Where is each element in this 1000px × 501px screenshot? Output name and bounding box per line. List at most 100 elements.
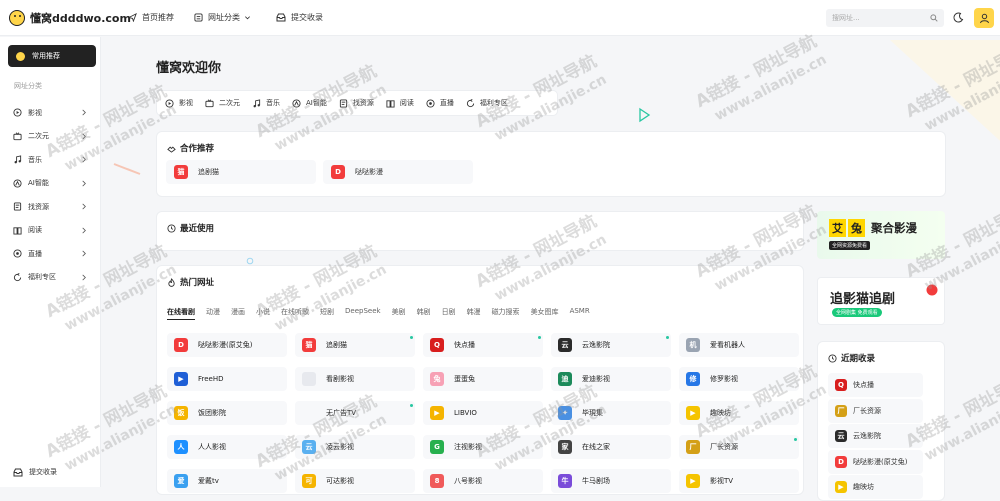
coop-item-name: 追剧猫: [198, 168, 219, 176]
site-tile[interactable]: 看剧影视: [295, 367, 415, 391]
site-tile[interactable]: 人 人人影视: [167, 435, 287, 459]
site-tile[interactable]: 机 爱看机器人: [679, 333, 799, 357]
site-tile[interactable]: 爱 爱戴tv: [167, 469, 287, 493]
recent-added-item[interactable]: D 哒哒影漫(原艾兔): [828, 449, 923, 474]
tab-gallery[interactable]: 美女图库: [531, 307, 559, 320]
sidebar-item-label: 影视: [28, 108, 42, 117]
site-tile[interactable]: ▶ LIBVIO: [423, 401, 543, 425]
search-icon[interactable]: [930, 14, 938, 22]
tab-magnet-search[interactable]: 磁力搜索: [492, 307, 520, 320]
quick-link-music[interactable]: 音乐: [252, 98, 280, 108]
site-tile[interactable]: 可 可达影视: [295, 469, 415, 493]
tab-deepseek[interactable]: DeepSeek: [345, 307, 381, 320]
nav-home-recommend[interactable]: 首页推荐: [128, 12, 174, 23]
recent-added-item[interactable]: 厂厂长资源: [828, 398, 923, 423]
quick-link-ai[interactable]: AI智能: [292, 98, 327, 108]
handshake-icon: [167, 146, 176, 153]
coop-item-zhuijumao[interactable]: 猫 追剧猫: [166, 160, 316, 184]
quick-link-resources[interactable]: 找资源: [339, 98, 374, 108]
site-tile[interactable]: 猫 追剧猫: [295, 333, 415, 357]
tab-korean-drama[interactable]: 韩剧: [417, 307, 431, 320]
site-tile[interactable]: D 哒哒影漫(原艾兔): [167, 333, 287, 357]
site-logo-icon: 厂: [686, 440, 700, 454]
quick-link-reading[interactable]: 阅读: [386, 98, 414, 108]
site-tile[interactable]: 厂 厂长资源: [679, 435, 799, 459]
user-avatar[interactable]: [974, 8, 994, 28]
recent-added-item[interactable]: ▶ 趣映坊: [828, 475, 923, 499]
site-logo-glyph: 云: [837, 432, 845, 440]
aitu-banner[interactable]: 艾 兔 聚合影漫 全网资源免费看: [817, 211, 945, 259]
site-name: 可达影视: [326, 477, 354, 485]
tab-asmr[interactable]: ASMR: [570, 307, 590, 320]
coop-item-dada[interactable]: D 哒哒影漫: [323, 160, 473, 184]
site-tile[interactable]: Q 快点播: [423, 333, 543, 357]
tab-comics[interactable]: 漫画: [231, 307, 245, 320]
site-logo-glyph: ▶: [690, 409, 696, 417]
sidebar-item-label: 音乐: [28, 155, 42, 164]
site-name: LIBVIO: [454, 409, 477, 417]
sidebar-item-label: 找资源: [28, 202, 49, 211]
sidebar-item-welfare[interactable]: 福利专区: [13, 266, 93, 290]
tab-us-drama[interactable]: 美剧: [392, 307, 406, 320]
sidebar-section-title: 网址分类: [14, 82, 42, 90]
site-logo-icon: ▶: [430, 406, 444, 420]
sidebar-item-resources[interactable]: 找资源: [13, 195, 93, 219]
site-tile[interactable]: G 注视影视: [423, 435, 543, 459]
sidebar-submit-link[interactable]: 提交收录: [13, 467, 57, 477]
tab-anime[interactable]: 动漫: [206, 307, 220, 320]
cat-logo-icon: [926, 284, 938, 296]
tab-novels[interactable]: 小说: [256, 307, 270, 320]
recent-added-item[interactable]: Q 快点播: [828, 373, 923, 397]
music-icon: [253, 98, 261, 107]
site-tile[interactable]: 牛 牛马剧场: [551, 469, 671, 493]
site-tile[interactable]: ▶ 趣映坊: [679, 401, 799, 425]
recent-added-item[interactable]: 云云逸影院: [828, 424, 923, 448]
site-logo-glyph: 兔: [433, 375, 441, 383]
site-logo[interactable]: 懂窝ddddwo.com: [0, 9, 131, 26]
tab-short-drama[interactable]: 短剧: [320, 307, 334, 320]
ai-icon: [13, 179, 22, 188]
zhuiyingmao-banner[interactable]: 追影猫追剧 全网剧集 免费观看: [817, 277, 945, 325]
site-tile[interactable]: 修 修罗影视: [679, 367, 799, 391]
site-name: 云逸影院: [582, 341, 610, 349]
tab-korean-comics[interactable]: 韩漫: [467, 307, 481, 320]
quick-link-welfare[interactable]: 福利专区: [466, 98, 508, 108]
site-logo-glyph: ▶: [178, 375, 184, 383]
quick-link-live[interactable]: 直播: [426, 98, 454, 108]
site-tile[interactable]: 饭 饭团影院: [167, 401, 287, 425]
site-logo-icon: [302, 406, 316, 420]
site-tile[interactable]: 云 云逸影院: [551, 333, 671, 357]
site-tile[interactable]: ✦ 毕現集: [551, 401, 671, 425]
sidebar-item-reading[interactable]: 阅读: [13, 219, 93, 243]
tab-online-drama[interactable]: 在线看剧: [167, 307, 195, 320]
nav-submit[interactable]: 提交收录: [276, 12, 323, 23]
sidebar-item-music[interactable]: 音乐: [13, 148, 93, 172]
tab-japanese-drama[interactable]: 日剧: [442, 307, 456, 320]
sidebar-item-ai[interactable]: AI智能: [13, 172, 93, 196]
sidebar-item-live[interactable]: 直播: [13, 242, 93, 266]
site-name: 影视TV: [710, 477, 734, 485]
site-tile[interactable]: 8 八号影视: [423, 469, 543, 493]
sidebar-item-anime[interactable]: 二次元: [13, 125, 93, 149]
site-tile[interactable]: 兔 蛋蛋兔: [423, 367, 543, 391]
quick-link-movies[interactable]: 影视: [165, 98, 193, 108]
quick-link-anime[interactable]: 二次元: [205, 98, 240, 108]
site-tile[interactable]: 无广告TV: [295, 401, 415, 425]
sidebar-item-recommend[interactable]: 常用推荐: [8, 45, 96, 67]
sidebar-item-movies[interactable]: 影视: [13, 101, 93, 125]
site-tile[interactable]: 迪 爱迪影视: [551, 367, 671, 391]
tab-music[interactable]: 在线听歌: [281, 307, 309, 320]
site-tile[interactable]: ▶ FreeHD: [167, 367, 287, 391]
site-name: 看剧影视: [326, 375, 354, 383]
site-tile[interactable]: 家 在线之家: [551, 435, 671, 459]
new-indicator-dot: [666, 336, 669, 339]
site-name: 爱戴tv: [198, 477, 219, 485]
site-tile[interactable]: 云 凌云影视: [295, 435, 415, 459]
search-input[interactable]: 搜网址...: [826, 9, 944, 27]
nav-categories[interactable]: 网址分类: [194, 12, 256, 23]
site-tile[interactable]: ▶ 影视TV: [679, 469, 799, 493]
site-logo-glyph: ▶: [690, 477, 696, 485]
site-logo-icon: 猫: [174, 165, 188, 179]
dark-mode-toggle-icon[interactable]: [953, 12, 964, 23]
sidebar-item-label: AI智能: [28, 179, 49, 188]
